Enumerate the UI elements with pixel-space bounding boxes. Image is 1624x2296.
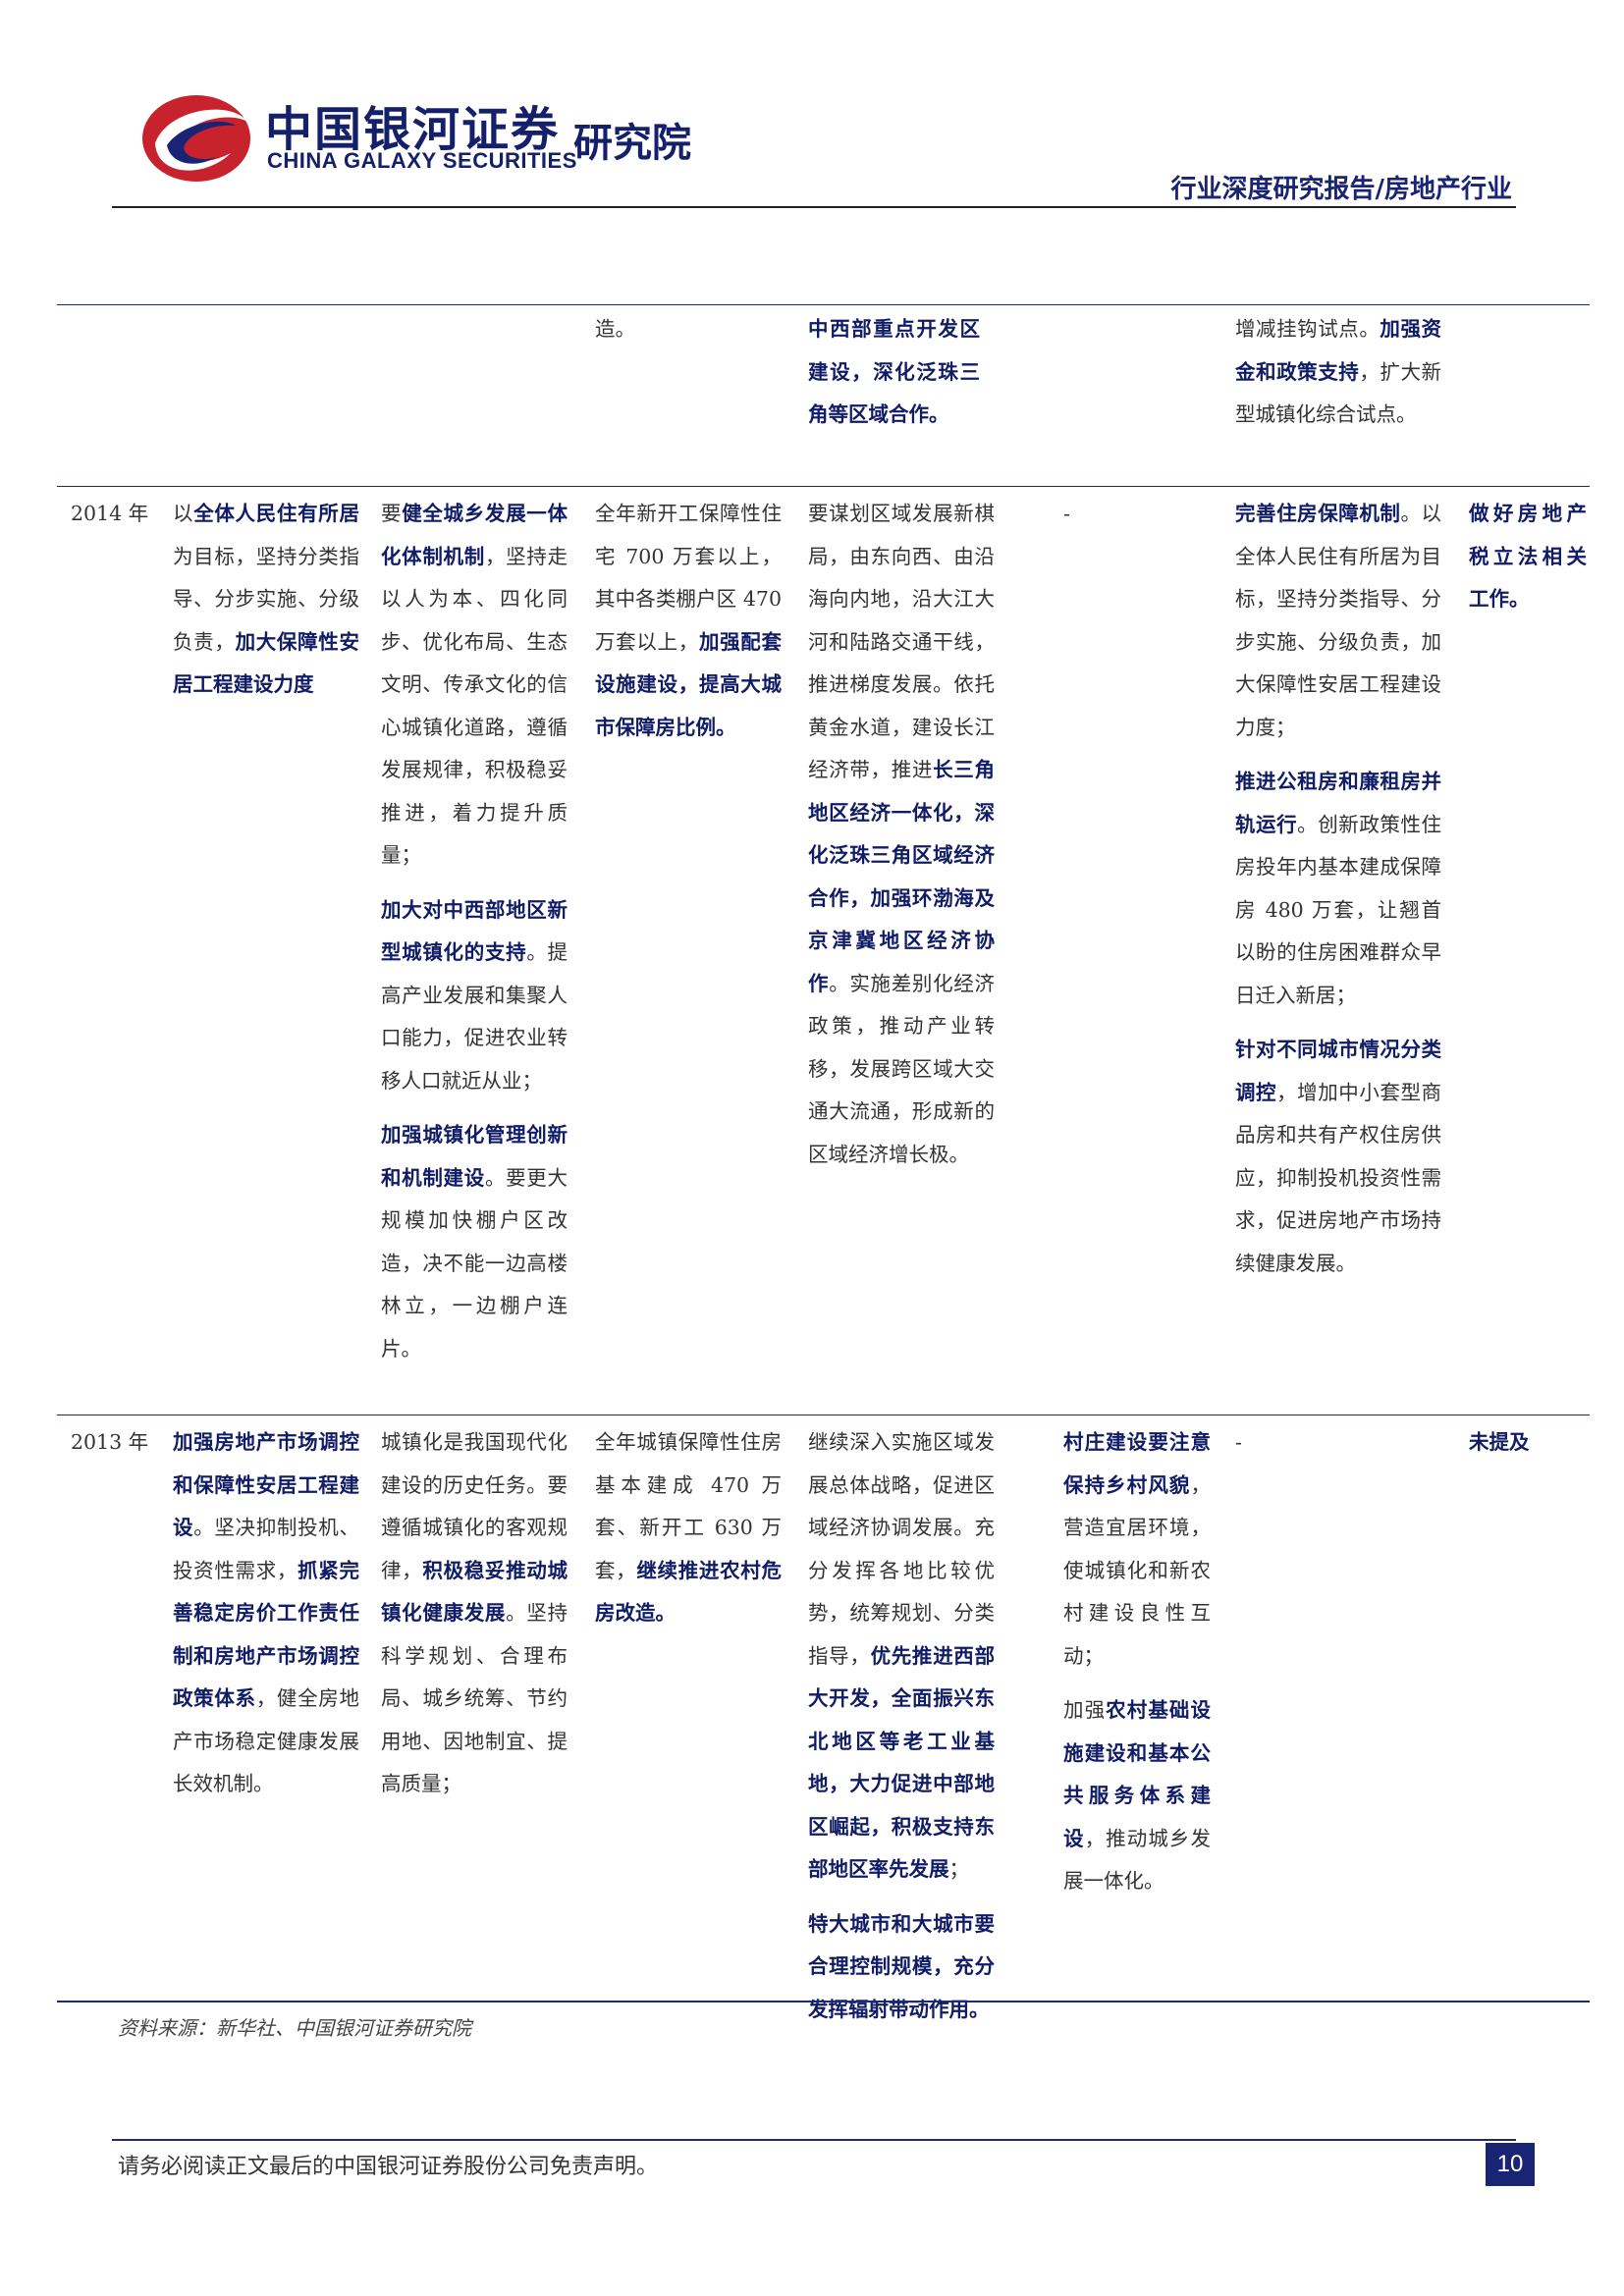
page-header: 中国银河证券 CHINA GALAXY SECURITIES 研究院 行业深度研… — [0, 0, 1624, 211]
row-2013-c1: 加强房地产市场调控和保障性安居工程建设。坚决抑制投机、投资性需求，抓紧完善稳定房… — [173, 1421, 359, 1818]
cell-text: - — [1235, 1430, 1242, 1454]
cell-text: 继续深入实施区域发展总体战略，促进区域经济协调发展。充分发挥各地比较优势，统筹规… — [808, 1430, 995, 1668]
row-2014-c2: 要健全城乡发展一体化体制机制，坚持走以人为本、四化同步、优化布局、生态文明、传承… — [381, 493, 568, 1382]
row-2013-c7: 未提及 — [1469, 1421, 1587, 1476]
cell-bold-text: ， — [677, 672, 699, 696]
cell-bold-text: 优先推进西部大开发，全面振兴东北地区等老工业基地，大力促进中部地区崛起，积极支持… — [808, 1643, 995, 1882]
row-2013-c5: 村庄建设要注意保持乡村风貌，营造宜居环境，使城镇化和新农村建设良性互动； 加强农… — [1063, 1421, 1211, 1915]
cell-bold-text: 特大城市和大城市要合理控制规模，充分发挥辐射带动作用 — [808, 1911, 995, 2021]
cell-text: 。实施差别化经济政策，推动产业转移，发展跨区域大交通大流通，形成新的区域经济增长… — [808, 971, 995, 1166]
cell-bold-text: 中西部重点开发区建设，深化泛珠三角等区域合作。 — [808, 317, 980, 426]
cell-bold-text: 未提及 — [1469, 1430, 1530, 1454]
cell-text: ，坚持走以人为本、四化同步、优化布局、生态文明、传承文化的信心城镇化道路，遵循发… — [381, 544, 568, 868]
cell-bold-text: 。 — [655, 1601, 677, 1625]
row-2013-c6: - — [1235, 1421, 1441, 1476]
header-divider — [112, 206, 1516, 208]
year-2013: 2013 年 — [71, 1421, 179, 1476]
row-2014-c1: 以全体人民住有所居为目标，坚持分类指导、分步实施、分级负责，加大保障性安居工程建… — [173, 493, 359, 719]
year-label: 2014 年 — [71, 502, 149, 525]
logo-institute: 研究院 — [573, 121, 691, 166]
cell-text: 。要更大规模加快棚户区改造，决不能一边高楼林立，一边棚户连片。 — [381, 1165, 568, 1361]
cell-text: ，推动城乡发展一体化。 — [1063, 1826, 1212, 1894]
cell-bold-text: 。 — [716, 715, 736, 739]
table-top-rule — [57, 304, 1590, 305]
cont-cell-c4: 中西部重点开发区建设，深化泛珠三角等区域合作。 — [808, 308, 980, 449]
row-divider — [57, 486, 1590, 487]
cell-text: 要谋划区域发展新棋局，由东向西、由沿海向内地，沿大江大河和陆路交通干线，推进梯度… — [808, 502, 995, 781]
row-2014-c5: - — [1063, 493, 1211, 548]
cell-bold-text: 做好房地产税立法相关工作。 — [1469, 502, 1587, 611]
galaxy-logo-icon — [142, 95, 250, 182]
cell-text: 。以全体人民住有所居为目标，坚持分类指导、分步实施、分级负责，加大保障性安居工程… — [1235, 502, 1442, 739]
report-type: 行业深度研究报告/房地产行业 — [1170, 175, 1513, 204]
footer-divider — [112, 2139, 1516, 2141]
year-2014: 2014 年 — [71, 493, 179, 548]
cont-cell-c3: 造。 — [595, 308, 767, 363]
cell-bold-text: 长三角地区经济一体化，深化泛珠三角区域经济合作，加强环渤海及京津冀地区经济协作 — [808, 758, 995, 995]
row-2014-c3: 全年新开工保障性住宅 700 万套以上，其中各类棚户区 470 万套以上，加强配… — [595, 493, 782, 761]
cont-cell-c6: 增减挂钩试点。加强资金和政策支持，扩大新型城镇化综合试点。 — [1235, 308, 1441, 449]
row-2014-c4: 要谋划区域发展新棋局，由东向西、由沿海向内地，沿大江大河和陆路交通干线，推进梯度… — [808, 493, 995, 1188]
row-2014-c7: 做好房地产税立法相关工作。 — [1469, 493, 1587, 633]
year-label: 2013 年 — [71, 1430, 149, 1454]
disclaimer-notice: 请务必阅读正文最后的中国银河证券股份公司免责声明。 — [118, 2155, 659, 2179]
cell-text: 要 — [381, 502, 403, 525]
row-2014-c6: 完善住房保障机制。以全体人民住有所居为目标，坚持分类指导、分步实施、分级负责，加… — [1235, 493, 1441, 1297]
cell-text: 。创新政策性住房投年内基本建成保障房 480 万套，让翘首以盼的住房困难群众早日… — [1235, 812, 1442, 1007]
logo-english-name: CHINA GALAXY SECURITIES — [267, 148, 577, 173]
cell-text: 加强 — [1063, 1698, 1107, 1722]
cell-text: 造。 — [595, 317, 635, 341]
cell-text: 增减挂钩试点。 — [1235, 317, 1380, 341]
row-2013-c3: 全年城镇保障性住房基本建成 470 万套、新开工 630 万套，继续推进农村危房… — [595, 1421, 782, 1647]
source-note: 资料来源：新华社、中国银河证券研究院 — [118, 2016, 471, 2040]
cell-bold-text: 全体人民住有所居 — [193, 502, 359, 525]
cell-text: ，营造宜居环境，使城镇化和新农村建设良性互动； — [1063, 1472, 1211, 1668]
cell-bold-text: 村庄建设要注意保持乡村风貌 — [1063, 1430, 1211, 1497]
cell-text: - — [1063, 502, 1070, 525]
table-bottom-rule — [57, 2001, 1590, 2002]
page-number: 10 — [1486, 2143, 1535, 2186]
cell-text: 。坚持科学规划、合理布局、城乡统筹、节约用地、因地制宜、提高质量； — [381, 1601, 568, 1795]
cell-text: 以 — [173, 502, 194, 525]
cell-text: ，增加中小套型商品房和共有产权住房供应，抑制投机投资性需求，促进房地产市场持续健… — [1235, 1080, 1442, 1275]
row-2013-c4: 继续深入实施区域发展总体战略，促进区域经济协调发展。充分发挥各地比较优势，统筹规… — [808, 1421, 995, 2043]
row-2013-c2: 城镇化是我国现代化建设的历史任务。要遵循城镇化的客观规律，积极稳妥推动城镇化健康… — [381, 1421, 568, 1818]
cell-bold-text: 完善住房保障机制 — [1235, 502, 1401, 525]
cell-text: ； — [948, 1857, 970, 1881]
